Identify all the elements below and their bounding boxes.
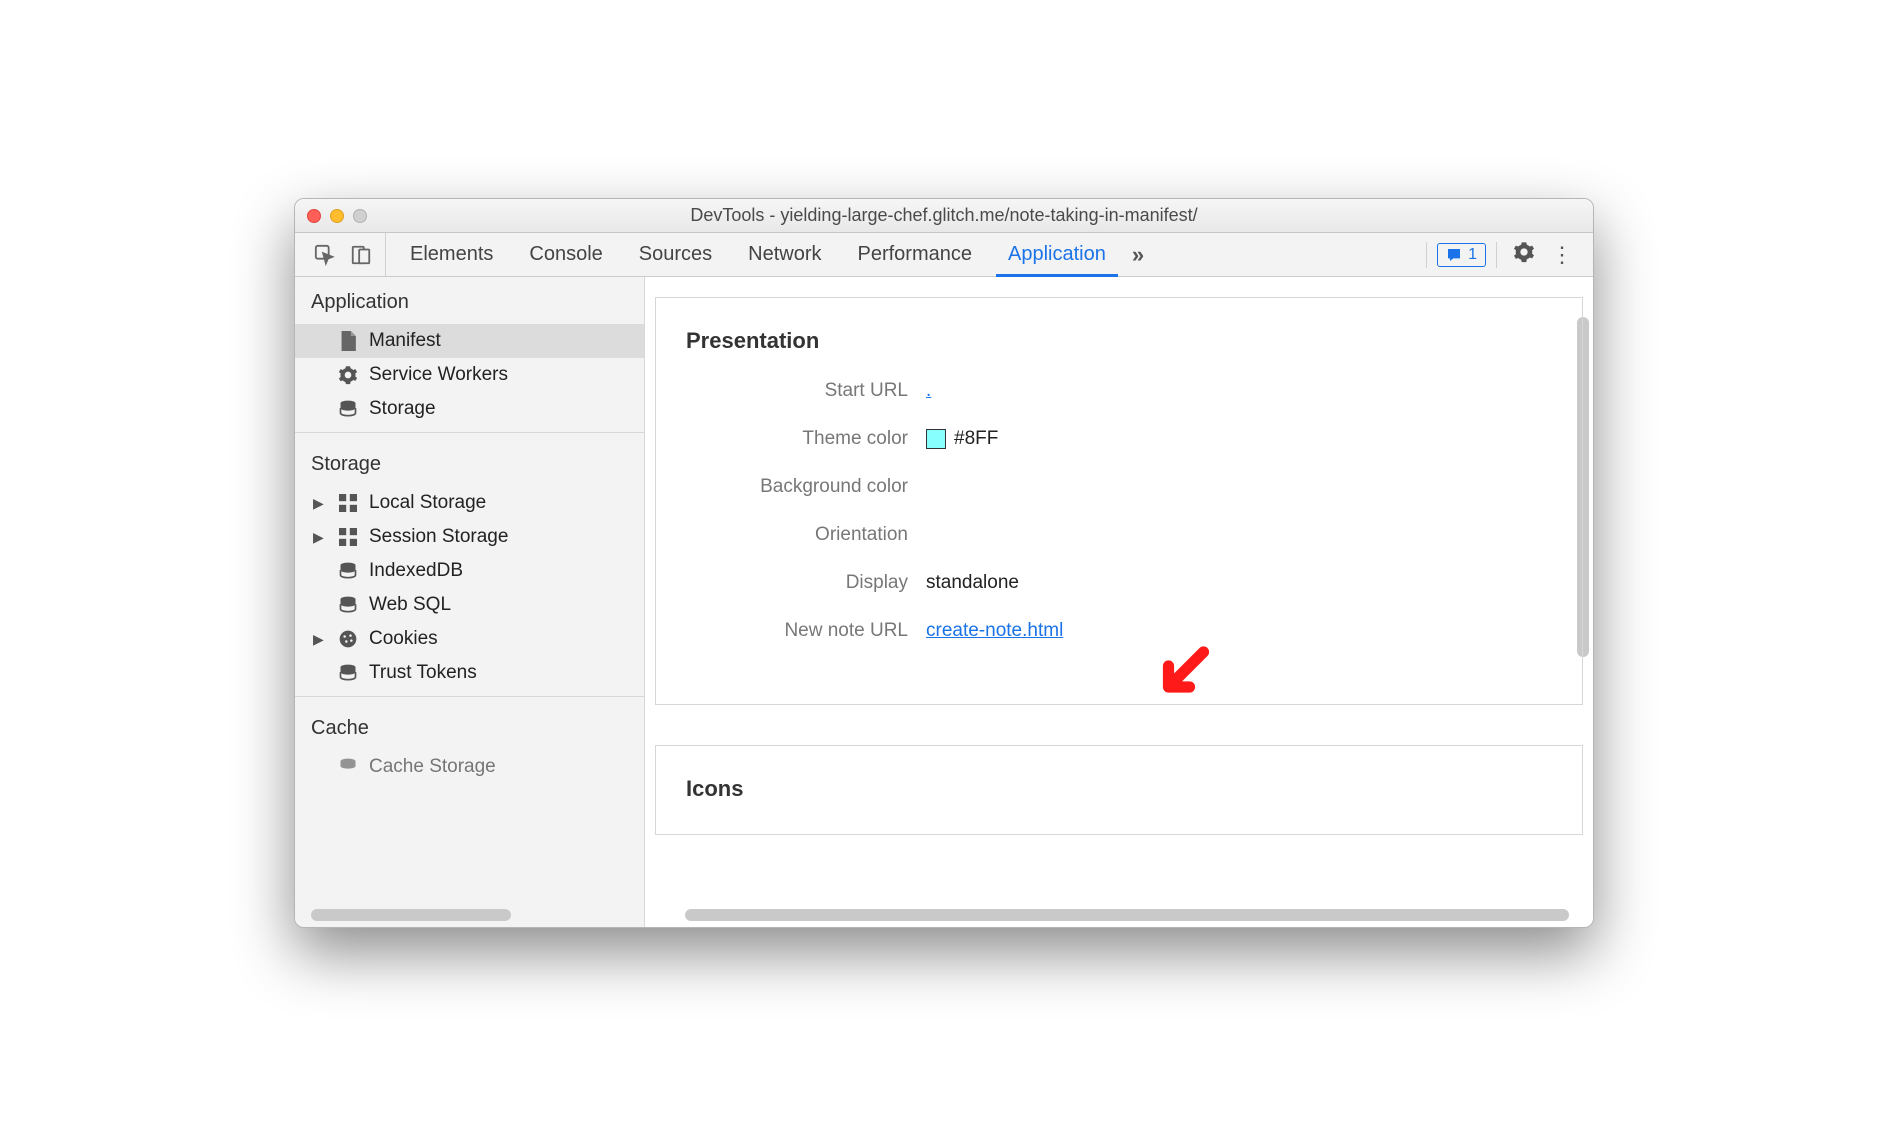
settings-button[interactable] (1507, 241, 1541, 269)
row-theme-color: Theme color #8FF (686, 424, 1552, 454)
more-tabs-button[interactable]: » (1124, 233, 1152, 276)
body: Application Manifest Service Workers Sto… (295, 277, 1593, 927)
sidebar-item-storage[interactable]: Storage (295, 392, 644, 426)
caret-icon[interactable]: ▶ (313, 631, 325, 648)
color-swatch (926, 429, 946, 449)
separator (1496, 242, 1497, 268)
main-panel: Presentation Start URL . Theme color #8F… (645, 277, 1593, 927)
sidebar-item-label: Service Workers (369, 364, 508, 386)
divider (295, 432, 644, 433)
row-start-url: Start URL . (686, 376, 1552, 406)
field-label: Background color (686, 476, 926, 498)
gear-icon (337, 364, 359, 386)
inspect-element-icon[interactable] (311, 241, 339, 269)
caret-icon[interactable]: ▶ (313, 529, 325, 546)
sidebar-item-manifest[interactable]: Manifest (295, 324, 644, 358)
caret-icon[interactable]: ▶ (313, 495, 325, 512)
sidebar: Application Manifest Service Workers Sto… (295, 277, 645, 927)
separator (1426, 242, 1427, 268)
presentation-section: Presentation Start URL . Theme color #8F… (655, 297, 1583, 705)
grid-icon (337, 526, 359, 548)
tab-sources[interactable]: Sources (621, 233, 730, 276)
section-heading: Icons (686, 776, 1552, 802)
row-display: Display standalone (686, 568, 1552, 598)
sidebar-item-label: Cookies (369, 628, 438, 650)
tab-application[interactable]: Application (990, 233, 1124, 276)
database-icon (337, 662, 359, 684)
devtools-toolbar: Elements Console Sources Network Perform… (295, 233, 1593, 277)
message-icon (1446, 247, 1462, 263)
device-toolbar-icon[interactable] (347, 241, 375, 269)
group-storage: Storage (295, 439, 644, 486)
sidebar-item-label: IndexedDB (369, 560, 463, 582)
sidebar-item-label: Manifest (369, 330, 441, 352)
titlebar: DevTools - yielding-large-chef.glitch.me… (295, 199, 1593, 233)
sidebar-item-service-workers[interactable]: Service Workers (295, 358, 644, 392)
tab-network[interactable]: Network (730, 233, 839, 276)
tab-console[interactable]: Console (511, 233, 620, 276)
sidebar-item-label: Storage (369, 398, 436, 420)
sidebar-item-websql[interactable]: Web SQL (295, 588, 644, 622)
theme-color-value: #8FF (954, 428, 998, 450)
cookie-icon (337, 628, 359, 650)
gear-icon (1513, 241, 1535, 263)
group-application: Application (295, 277, 644, 324)
file-icon (337, 330, 359, 352)
tab-performance[interactable]: Performance (840, 233, 991, 276)
sidebar-item-cookies[interactable]: ▶ Cookies (295, 622, 644, 656)
annotation-arrow-icon (1146, 638, 1226, 725)
horizontal-scrollbar-sidebar[interactable] (311, 909, 511, 921)
database-icon (337, 560, 359, 582)
sidebar-item-local-storage[interactable]: ▶ Local Storage (295, 486, 644, 520)
new-note-url-link[interactable]: create-note.html (926, 620, 1063, 642)
kebab-menu-button[interactable]: ⋮ (1545, 242, 1579, 268)
database-icon (337, 756, 359, 778)
window-title: DevTools - yielding-large-chef.glitch.me… (295, 205, 1593, 226)
sidebar-item-trust-tokens[interactable]: Trust Tokens (295, 656, 644, 690)
horizontal-scrollbar-main[interactable] (685, 909, 1569, 921)
field-label: Start URL (686, 380, 926, 402)
icons-section: Icons (655, 745, 1583, 835)
issues-badge[interactable]: 1 (1437, 243, 1486, 267)
section-heading: Presentation (686, 328, 1552, 354)
tab-elements[interactable]: Elements (392, 233, 511, 276)
row-orientation: Orientation (686, 520, 1552, 550)
field-label: Orientation (686, 524, 926, 546)
grid-icon (337, 492, 359, 514)
sidebar-item-label: Local Storage (369, 492, 486, 514)
sidebar-item-label: Web SQL (369, 594, 451, 616)
devtools-window: DevTools - yielding-large-chef.glitch.me… (294, 198, 1594, 928)
issues-count: 1 (1468, 246, 1477, 264)
sidebar-item-label: Cache Storage (369, 756, 496, 778)
sidebar-item-label: Session Storage (369, 526, 508, 548)
row-background-color: Background color (686, 472, 1552, 502)
sidebar-item-cache-storage[interactable]: Cache Storage (295, 750, 644, 784)
start-url-link[interactable]: . (926, 380, 931, 402)
sidebar-item-indexeddb[interactable]: IndexedDB (295, 554, 644, 588)
display-value: standalone (926, 572, 1019, 594)
group-cache: Cache (295, 703, 644, 750)
row-new-note-url: New note URL create-note.html (686, 616, 1552, 646)
database-icon (337, 594, 359, 616)
divider (295, 696, 644, 697)
database-icon (337, 398, 359, 420)
field-label: Display (686, 572, 926, 594)
field-label: New note URL (686, 620, 926, 642)
sidebar-item-session-storage[interactable]: ▶ Session Storage (295, 520, 644, 554)
field-label: Theme color (686, 428, 926, 450)
sidebar-item-label: Trust Tokens (369, 662, 477, 684)
